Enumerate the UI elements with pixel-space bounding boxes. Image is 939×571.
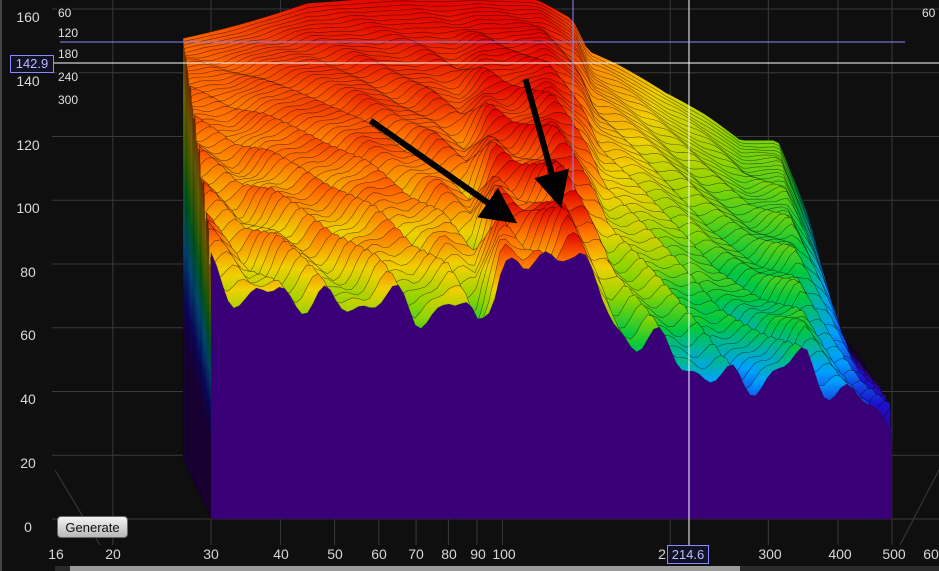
- y-tick-label: 100: [16, 200, 40, 216]
- x-tick-label: 400: [828, 546, 852, 562]
- time-slice-label: 180: [57, 47, 80, 61]
- panel-edge: [0, 0, 2, 571]
- x-tick-label: 70: [408, 546, 424, 562]
- x-tick-label: 30: [203, 546, 219, 562]
- x-tick-label: 16: [48, 546, 64, 562]
- time-slice-label: 120: [57, 26, 80, 40]
- time-slice-label: 240: [57, 70, 80, 84]
- y-tick-label: 80: [20, 264, 36, 280]
- x-tick-label: 500: [882, 546, 906, 562]
- x-tick-label: 40: [273, 546, 289, 562]
- cursor-frequency-readout: 214.6: [667, 545, 709, 564]
- y-tick-label: 40: [20, 391, 36, 407]
- scrollbar-thumb[interactable]: [70, 566, 740, 571]
- x-tick-label: 90: [470, 546, 486, 562]
- y-tick-label: 120: [16, 137, 40, 153]
- time-slice-label-right: 60: [922, 6, 936, 20]
- waterfall-surface: [182, 0, 893, 520]
- y-tick-label: 20: [20, 455, 36, 471]
- x-tick-label: 2: [658, 546, 666, 562]
- y-tick-label: 140: [16, 73, 40, 89]
- x-tick-label: 60: [923, 546, 939, 562]
- y-tick-label: 0: [24, 519, 32, 535]
- x-tick-label: 80: [441, 546, 457, 562]
- waterfall-chart[interactable]: [0, 0, 939, 571]
- y-tick-label: 160: [16, 9, 40, 25]
- y-tick-label: 60: [20, 327, 36, 343]
- grid-perspective-line: [899, 469, 939, 546]
- time-slice-label: 300: [57, 93, 80, 107]
- generate-button[interactable]: Generate: [57, 516, 128, 538]
- x-tick-label: 100: [492, 546, 516, 562]
- x-tick-label: 20: [105, 546, 121, 562]
- x-tick-label: 50: [327, 546, 343, 562]
- x-tick-label: 60: [371, 546, 387, 562]
- cursor-level-readout: 142.9: [10, 55, 54, 73]
- x-tick-label: 300: [758, 546, 782, 562]
- time-slice-label: 60: [57, 6, 73, 20]
